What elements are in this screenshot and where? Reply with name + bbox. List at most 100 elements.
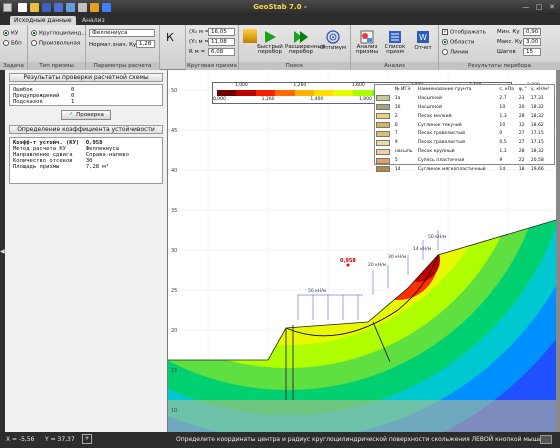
group-calc-params: Феллениуса Нормат.знач. Ку 1,28 Параметр…: [86, 25, 160, 70]
soil-swatch-icon: [376, 148, 390, 155]
radio-arbitrary[interactable]: Произвольная: [31, 40, 80, 47]
y0-label: (Y₀ м =: [189, 39, 209, 45]
legend-cell-swatch: [375, 165, 394, 174]
report-button[interactable]: W Отчет: [410, 28, 436, 56]
y-tick: 15: [171, 368, 177, 374]
tab-input-data[interactable]: Исходные данные: [10, 16, 76, 25]
legend-cell-phi: 22: [518, 158, 525, 164]
collapse-arrow-icon[interactable]: ◀: [0, 248, 5, 255]
colorbar-label: 1,000: [235, 83, 248, 88]
radio-circular[interactable]: Круглоцилинд...: [31, 30, 86, 37]
max-ku-field[interactable]: 3,00: [523, 38, 541, 46]
areas-radio[interactable]: Области: [442, 39, 474, 46]
title-bar: GeoStab 7.0 - — □ ✕: [0, 0, 560, 15]
legend-header: γ, кН/м³: [530, 86, 550, 92]
y-tick: 25: [171, 288, 177, 294]
check-icon: ✓: [68, 110, 74, 117]
legend-cell-c: 0: [499, 131, 503, 137]
y-tick: 50: [171, 88, 177, 94]
normative-ku-field[interactable]: 1,28: [136, 40, 155, 48]
legend-cell-swatch: [375, 129, 394, 138]
ribbon-tabs: Исходные данные Анализ: [0, 15, 560, 25]
y0-field[interactable]: 11,08: [208, 38, 235, 46]
areas-radio-icon: [442, 39, 448, 45]
legend-cell-phi: 27: [518, 140, 525, 146]
load-label: 20 кН/м: [368, 262, 386, 268]
extended-search-button[interactable]: Расширенный перебор: [285, 28, 325, 56]
target-icon: [326, 30, 340, 44]
status-bar: X = -5,56 Y = 37,37 + Определите координ…: [0, 432, 560, 448]
min-ku-label: Мин. Ку: [497, 29, 520, 35]
svg-text:W: W: [419, 33, 427, 42]
radio-ku[interactable]: КУ: [3, 30, 18, 37]
legend-cell-name: Песок гравелистый: [417, 140, 466, 146]
y-tick: 35: [171, 208, 177, 214]
radio-bbp[interactable]: Ббп: [3, 40, 22, 47]
check-button[interactable]: ✓ Проверка: [61, 110, 111, 120]
status-corner-icon[interactable]: [540, 435, 552, 444]
legend-cell-c: 1,3: [499, 149, 507, 155]
close-icon[interactable]: ✕: [546, 2, 558, 12]
load-label: 14 кН/м: [413, 246, 431, 252]
list-icon: [389, 31, 401, 43]
ku-header: Определение коэффициента устойчивости: [9, 125, 163, 134]
legend-cell-gamma: 17,15: [530, 131, 544, 137]
prism-analysis-button[interactable]: Анализ призмы: [354, 28, 380, 56]
optimum-button[interactable]: Оптимум: [319, 28, 347, 56]
method-select[interactable]: Феллениуса: [89, 29, 155, 37]
soil-swatch-icon: [376, 139, 390, 146]
legend-cell-name: Насыпной: [417, 104, 442, 110]
tab-analysis[interactable]: Анализ: [78, 16, 109, 25]
ku-results-box: Коэфф-т устойч. (КУ) 0,958 Метод расчета…: [9, 137, 163, 184]
legend-cell-gamma: 17,15: [530, 140, 544, 146]
snap-icon[interactable]: +: [82, 434, 92, 444]
x0-label: (X₀ м =: [189, 29, 210, 35]
ku-symbol: К: [166, 31, 174, 44]
x0-field[interactable]: 16,05: [208, 28, 235, 36]
group-search-label: Поиск: [239, 62, 350, 70]
radio-circular-icon: [31, 30, 37, 36]
r-label: R м =: [189, 49, 206, 55]
x-coordinate: X = -5,56: [6, 436, 35, 443]
legend-cell-gamma: 18,62: [530, 122, 544, 128]
colorbar-swatch: [217, 90, 237, 96]
group-ku: К: [160, 25, 186, 70]
chart-icon[interactable]: [243, 29, 257, 43]
group-prism-type: Круглоцилинд... Произвольная Тип призмы: [28, 25, 86, 70]
legend-cell-ige: 7: [394, 131, 398, 137]
legend-cell-phi: 23: [518, 95, 525, 101]
r-field[interactable]: 6,08: [208, 48, 235, 56]
legend-header: φ, °: [518, 86, 527, 92]
legend-cell-gamma: 19,66: [530, 166, 544, 172]
minimize-icon[interactable]: —: [520, 2, 532, 12]
prism-list-button[interactable]: Список призм: [382, 28, 408, 56]
load-label: 30 кН/м: [388, 254, 406, 260]
steps-field[interactable]: 15: [523, 48, 541, 56]
legend-cell-ige: 6: [394, 122, 398, 128]
maximize-icon[interactable]: □: [533, 2, 545, 12]
lines-radio[interactable]: Линии: [442, 49, 468, 56]
drawing-canvas[interactable]: 50 45 40 35 30 25 20 15 10 50 кН/м 20 кН…: [168, 70, 556, 432]
colorbar-label: 1,260: [261, 97, 275, 102]
check-results-box: Ошибок 0 Предупреждений 0 Подсказок 1: [9, 84, 163, 106]
legend-header: Наименование грунта: [417, 86, 472, 92]
legend-cell-gamma: 20,58: [530, 158, 544, 164]
legend-cell-c: 10: [499, 104, 506, 110]
colorbar-label: 0,000: [213, 97, 226, 102]
soil-swatch-icon: [376, 157, 390, 164]
quick-search-button[interactable]: Быстрый перебор: [257, 28, 283, 56]
vertical-scrollbar[interactable]: [556, 70, 560, 432]
show-checkbox[interactable]: ✓ Отображать: [442, 29, 486, 36]
legend-cell-name: Насыпной: [417, 95, 442, 101]
colorbar-swatch: [314, 90, 334, 96]
legend-cell-swatch: [375, 112, 394, 121]
group-analysis-label: Анализ: [351, 62, 438, 70]
legend-cell-c: 9: [499, 158, 503, 164]
window-title: GeoStab 7.0 -: [253, 3, 307, 11]
legend-cell-c: 14: [499, 166, 506, 172]
legend-cell-phi: 18: [518, 166, 525, 172]
legend-cell-phi: 28: [518, 113, 525, 119]
min-ku-field[interactable]: 0,90: [523, 28, 541, 36]
legend-cell-ige: 2: [394, 113, 398, 119]
load-label: 50 кН/м: [428, 234, 446, 240]
